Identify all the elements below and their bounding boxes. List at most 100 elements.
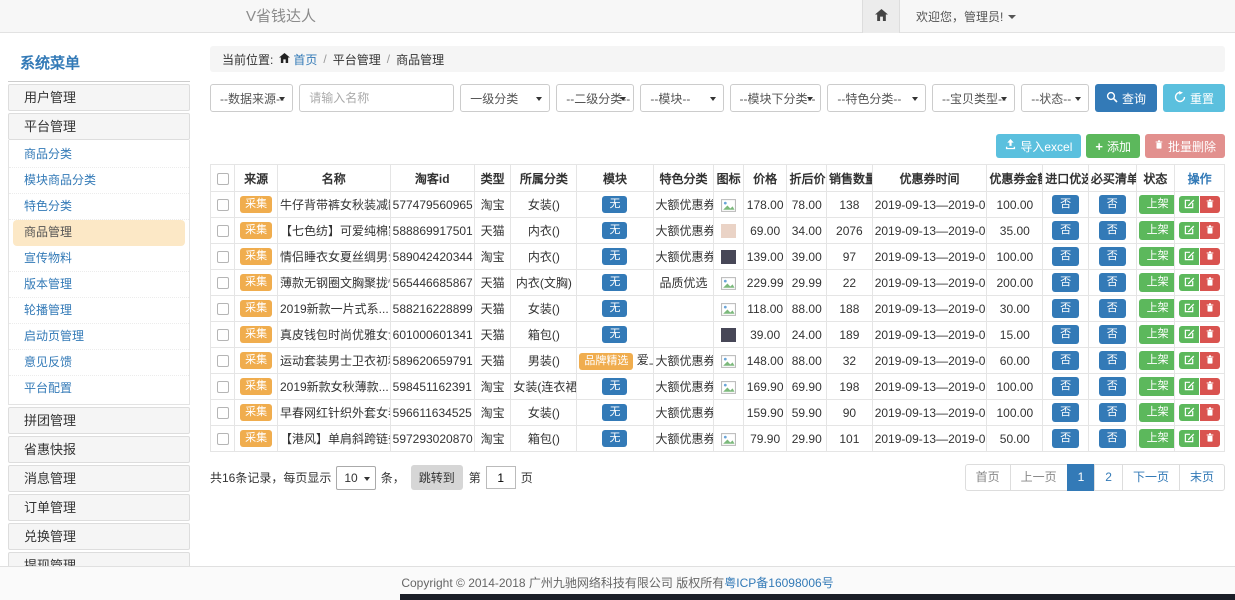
edit-button[interactable] xyxy=(1179,430,1199,447)
must-buy-toggle-button[interactable]: 否 xyxy=(1099,351,1126,369)
page-button-上一页[interactable]: 上一页 xyxy=(1010,464,1068,491)
must-buy-toggle-button[interactable]: 否 xyxy=(1099,377,1126,395)
edit-button[interactable] xyxy=(1179,326,1199,343)
delete-button[interactable] xyxy=(1200,248,1220,265)
row-checkbox[interactable] xyxy=(217,407,229,419)
status-badge[interactable]: 上架 xyxy=(1139,299,1175,317)
sidebar-item-exchange-management[interactable]: 兑换管理 xyxy=(8,523,190,550)
status-badge[interactable]: 上架 xyxy=(1139,247,1175,265)
page-button-2[interactable]: 2 xyxy=(1094,464,1123,491)
edit-button[interactable] xyxy=(1179,300,1199,317)
module-sub-category-select[interactable]: --模块下分类-- xyxy=(730,84,822,112)
imported-toggle-button[interactable]: 否 xyxy=(1052,429,1079,447)
must-buy-toggle-button[interactable]: 否 xyxy=(1099,403,1126,421)
must-buy-toggle-button[interactable]: 否 xyxy=(1099,299,1126,317)
item-type-select[interactable]: --宝贝类型-- xyxy=(932,84,1015,112)
edit-button[interactable] xyxy=(1179,404,1199,421)
must-buy-toggle-button[interactable]: 否 xyxy=(1099,273,1126,291)
delete-button[interactable] xyxy=(1200,352,1220,369)
row-checkbox[interactable] xyxy=(217,199,229,211)
feature-category-select[interactable]: --特色分类-- xyxy=(827,84,926,112)
must-buy-toggle-button[interactable]: 否 xyxy=(1099,325,1126,343)
row-checkbox[interactable] xyxy=(217,251,229,263)
imported-toggle-button[interactable]: 否 xyxy=(1052,377,1079,395)
module-select[interactable]: --模块-- xyxy=(640,84,723,112)
imported-toggle-button[interactable]: 否 xyxy=(1052,325,1079,343)
must-buy-toggle-button[interactable]: 否 xyxy=(1099,429,1126,447)
page-button-末页[interactable]: 末页 xyxy=(1179,464,1225,491)
delete-button[interactable] xyxy=(1200,430,1220,447)
imported-toggle-button[interactable]: 否 xyxy=(1052,247,1079,265)
status-badge[interactable]: 上架 xyxy=(1139,351,1175,369)
jump-to-button[interactable]: 跳转到 xyxy=(411,465,463,490)
status-badge[interactable]: 上架 xyxy=(1139,195,1175,213)
sidebar-item-saving-express[interactable]: 省惠快报 xyxy=(8,436,190,463)
must-buy-toggle-button[interactable]: 否 xyxy=(1099,221,1126,239)
row-checkbox[interactable] xyxy=(217,225,229,237)
page-button-下一页[interactable]: 下一页 xyxy=(1122,464,1180,491)
edit-button[interactable] xyxy=(1179,248,1199,265)
imported-toggle-button[interactable]: 否 xyxy=(1052,351,1079,369)
imported-toggle-button[interactable]: 否 xyxy=(1052,221,1079,239)
row-checkbox[interactable] xyxy=(217,381,229,393)
row-checkbox[interactable] xyxy=(217,303,229,315)
status-badge[interactable]: 上架 xyxy=(1139,221,1175,239)
delete-button[interactable] xyxy=(1200,274,1220,291)
import-excel-button[interactable]: 导入excel xyxy=(996,134,1081,158)
delete-button[interactable] xyxy=(1200,404,1220,421)
name-search-input[interactable] xyxy=(299,84,454,112)
row-checkbox[interactable] xyxy=(217,355,229,367)
must-buy-toggle-button[interactable]: 否 xyxy=(1099,247,1126,265)
page-button-1[interactable]: 1 xyxy=(1067,464,1096,491)
sidebar-item-goods-management[interactable]: 商品管理 xyxy=(13,220,185,246)
page-size-select[interactable]: 10 xyxy=(336,466,375,490)
sidebar-item-platform-management[interactable]: 平台管理 xyxy=(8,113,190,140)
reset-button[interactable]: 重置 xyxy=(1163,84,1225,112)
sidebar-item-version-management[interactable]: 版本管理 xyxy=(9,272,189,298)
delete-button[interactable] xyxy=(1200,196,1220,213)
level2-category-select[interactable]: --二级分类-- xyxy=(556,84,634,112)
edit-button[interactable] xyxy=(1179,196,1199,213)
sidebar-item-group-buy-management[interactable]: 拼团管理 xyxy=(8,407,190,434)
add-button[interactable]: + 添加 xyxy=(1086,134,1140,158)
status-badge[interactable]: 上架 xyxy=(1139,377,1175,395)
must-buy-toggle-button[interactable]: 否 xyxy=(1099,195,1126,213)
jump-page-input[interactable] xyxy=(486,466,516,489)
delete-button[interactable] xyxy=(1200,222,1220,239)
delete-button[interactable] xyxy=(1200,300,1220,317)
imported-toggle-button[interactable]: 否 xyxy=(1052,299,1079,317)
sidebar-item-goods-category[interactable]: 商品分类 xyxy=(9,142,189,168)
level1-category-select[interactable]: 一级分类 xyxy=(460,84,550,112)
edit-button[interactable] xyxy=(1179,352,1199,369)
sidebar-item-feedback[interactable]: 意见反馈 xyxy=(9,350,189,376)
row-checkbox[interactable] xyxy=(217,277,229,289)
sidebar-item-splash-page-management[interactable]: 启动页管理 xyxy=(9,324,189,350)
row-checkbox[interactable] xyxy=(217,433,229,445)
edit-button[interactable] xyxy=(1179,274,1199,291)
select-all-checkbox[interactable] xyxy=(217,173,229,185)
sidebar-item-module-goods-category[interactable]: 模块商品分类 xyxy=(9,168,189,194)
sidebar-item-message-management[interactable]: 消息管理 xyxy=(8,465,190,492)
row-checkbox[interactable] xyxy=(217,329,229,341)
sidebar-item-feature-category[interactable]: 特色分类 xyxy=(9,194,189,220)
breadcrumb-home-link[interactable]: 首页 xyxy=(279,51,317,68)
edit-button[interactable] xyxy=(1179,378,1199,395)
status-badge[interactable]: 上架 xyxy=(1139,403,1175,421)
sidebar-item-platform-config[interactable]: 平台配置 xyxy=(9,376,189,402)
batch-delete-button[interactable]: 批量删除 xyxy=(1145,134,1225,158)
imported-toggle-button[interactable]: 否 xyxy=(1052,195,1079,213)
status-select[interactable]: --状态-- xyxy=(1021,84,1089,112)
search-button[interactable]: 查询 xyxy=(1095,84,1157,112)
imported-toggle-button[interactable]: 否 xyxy=(1052,273,1079,291)
data-source-select[interactable]: --数据来源-- xyxy=(210,84,293,112)
delete-button[interactable] xyxy=(1200,378,1220,395)
imported-toggle-button[interactable]: 否 xyxy=(1052,403,1079,421)
status-badge[interactable]: 上架 xyxy=(1139,273,1175,291)
home-button[interactable] xyxy=(862,0,900,33)
edit-button[interactable] xyxy=(1179,222,1199,239)
delete-button[interactable] xyxy=(1200,326,1220,343)
status-badge[interactable]: 上架 xyxy=(1139,429,1175,447)
sidebar-item-user-management[interactable]: 用户管理 xyxy=(8,84,190,111)
page-button-首页[interactable]: 首页 xyxy=(965,464,1011,491)
sidebar-item-carousel-management[interactable]: 轮播管理 xyxy=(9,298,189,324)
